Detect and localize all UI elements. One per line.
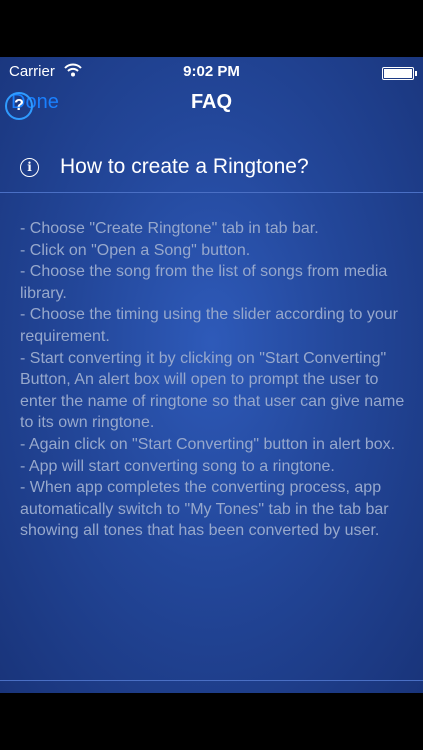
navigation-bar: Done FAQ	[0, 87, 423, 121]
page-title: FAQ	[190, 91, 233, 113]
info-circle-icon: i	[20, 158, 39, 177]
answer-line: - Choose "Create Ringtone" tab in tab ba…	[20, 220, 319, 237]
faq-answer-text: - Choose "Create Ringtone" tab in tab ba…	[20, 218, 415, 542]
question-circle-icon[interactable]: ?	[5, 92, 33, 120]
battery-icon	[382, 67, 417, 80]
answer-line: - App will start converting song to a ri…	[20, 457, 335, 475]
answer-line: - Click on "Open a Song" button.	[20, 241, 251, 259]
footer-divider	[0, 680, 423, 681]
faq-screen: Carrier 9:02 PM Done FAQ ? i How to crea…	[0, 57, 423, 693]
status-bar: Carrier 9:02 PM	[0, 57, 423, 87]
answer-line: - Choose the song from the list of songs…	[20, 263, 388, 302]
top-letterbox	[0, 0, 423, 57]
answer-line: - Start converting it by clicking on "St…	[20, 349, 405, 432]
answer-line: - When app completes the converting proc…	[20, 479, 389, 540]
header-divider	[0, 192, 423, 193]
status-time: 9:02 PM	[183, 63, 240, 80]
answer-line: - Again click on "Start Converting" butt…	[20, 435, 396, 453]
bottom-letterbox	[0, 693, 423, 750]
faq-question-title: How to create a Ringtone?	[60, 155, 309, 178]
answer-line: - Choose the timing using the slider acc…	[20, 306, 398, 345]
